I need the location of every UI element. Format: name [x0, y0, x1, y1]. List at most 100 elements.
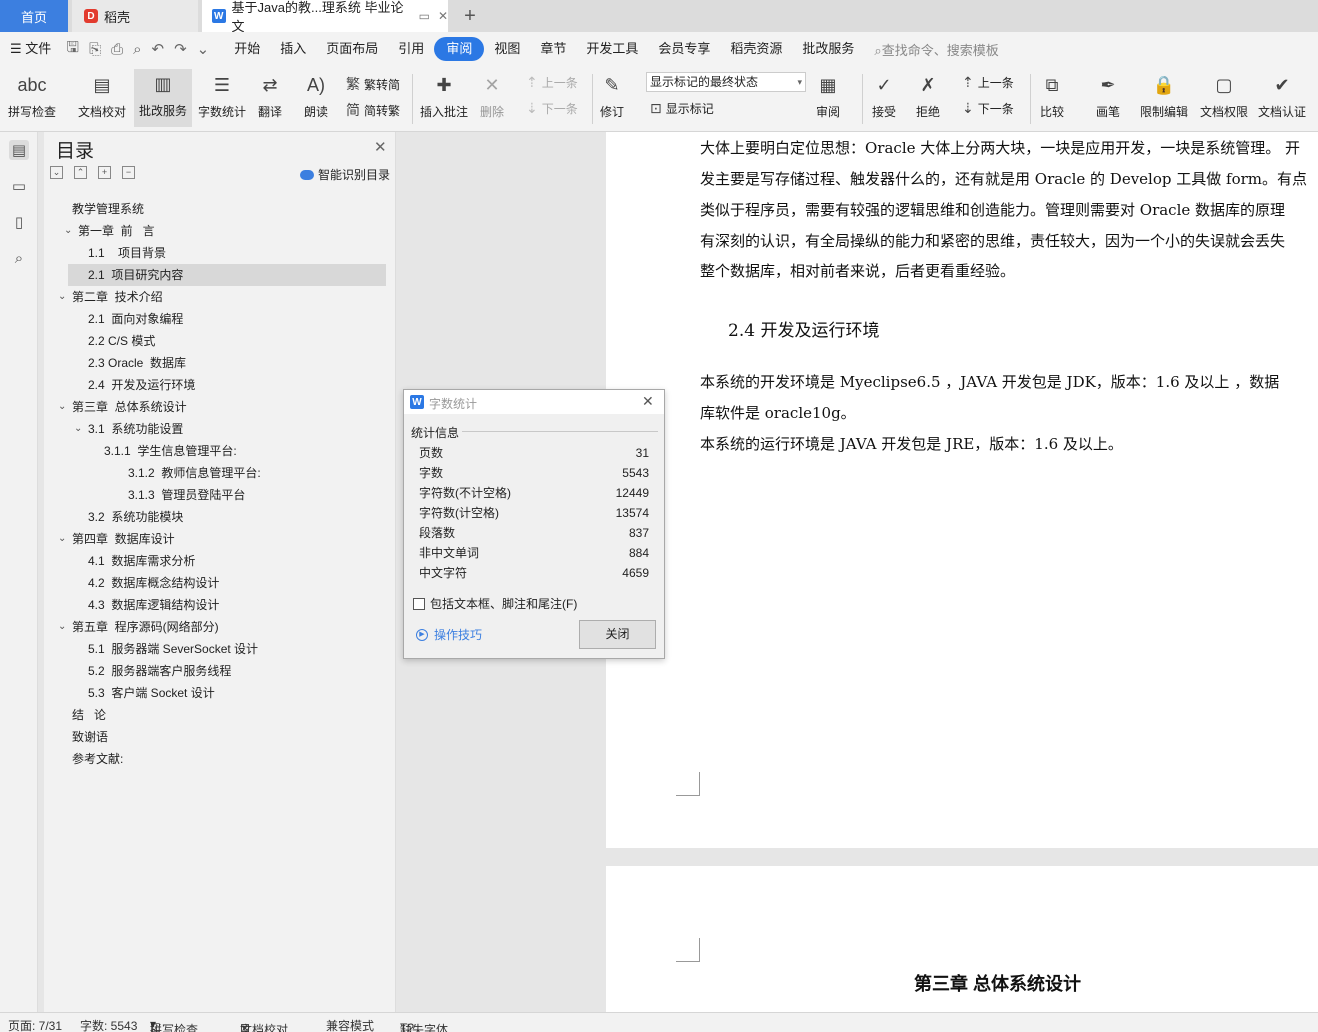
- toc-item[interactable]: 5.3 客户端 Socket 设计: [88, 682, 215, 704]
- tab-daoke[interactable]: D 稻壳: [72, 0, 198, 32]
- translate-button[interactable]: ⇄ 翻译: [256, 70, 284, 120]
- toc-item[interactable]: 2.1 面向对象编程: [88, 308, 183, 330]
- menu-view[interactable]: 视图: [484, 37, 530, 61]
- expand-up-icon[interactable]: ⌃: [74, 166, 87, 179]
- chevron-down-icon[interactable]: ⌄: [58, 616, 66, 638]
- accept-button[interactable]: ✓ 接受: [870, 70, 898, 120]
- command-search[interactable]: ⌕查找命令、搜索模板: [874, 40, 998, 59]
- menu-insert[interactable]: 插入: [270, 37, 316, 61]
- reject-button[interactable]: ✗ 拒绝: [914, 70, 942, 120]
- menu-dev-tools[interactable]: 开发工具: [576, 37, 648, 61]
- toc-item[interactable]: ⌄ 第五章 程序源码(网络部分): [58, 616, 219, 638]
- toc-item[interactable]: 2.4 开发及运行环境: [88, 374, 195, 396]
- toc-item[interactable]: ⌄ 第三章 总体系统设计: [58, 396, 187, 418]
- toc-item[interactable]: 致谢语: [72, 726, 108, 748]
- toc-item[interactable]: ⌄ 第二章 技术介绍: [58, 286, 163, 308]
- revise-button[interactable]: ✎ 修订: [598, 70, 626, 120]
- toc-item[interactable]: ⌄ 第一章 前 言: [64, 220, 155, 242]
- toc-item[interactable]: 教学管理系统: [72, 198, 144, 220]
- word-count-indicator[interactable]: 字数: 5543: [80, 1017, 137, 1032]
- toc-item[interactable]: 5.1 服务器端 SeverSocket 设计: [88, 638, 258, 660]
- close-button[interactable]: 关闭: [579, 620, 656, 649]
- next-revision-button[interactable]: ⇣ 下一条: [962, 100, 1014, 117]
- insert-comment-button[interactable]: ✚ 插入批注: [420, 70, 468, 120]
- doc-cert-button[interactable]: ✔ 文档认证: [1258, 70, 1306, 120]
- tips-link[interactable]: ▶ 操作技巧: [416, 626, 482, 643]
- new-tab-button[interactable]: +: [456, 0, 484, 32]
- toc-item[interactable]: 4.3 数据库逻辑结构设计: [88, 594, 219, 616]
- toc-item[interactable]: 4.2 数据库概念结构设计: [88, 572, 219, 594]
- search-icon[interactable]: ⌕: [9, 248, 29, 268]
- toc-item[interactable]: 2.1 项目研究内容: [68, 264, 386, 286]
- close-icon[interactable]: ✕: [642, 393, 654, 410]
- redo-icon[interactable]: ↷: [169, 40, 192, 58]
- undo-icon[interactable]: ↶: [147, 40, 170, 58]
- bookmark-icon[interactable]: ▯: [9, 212, 29, 232]
- chapter-nav-icon[interactable]: ▭: [9, 176, 29, 196]
- delete-comment-button[interactable]: ✕ 删除: [478, 70, 506, 120]
- quick-access-dropdown-icon[interactable]: ⌄: [192, 40, 215, 58]
- checkbox-box[interactable]: [413, 597, 425, 610]
- print-preview-icon[interactable]: ⌕: [128, 41, 146, 58]
- toc-item[interactable]: 4.1 数据库需求分析: [88, 550, 195, 572]
- menu-daoke-resources[interactable]: 稻壳资源: [720, 37, 792, 61]
- chevron-down-icon[interactable]: ⌄: [74, 418, 82, 440]
- prev-comment-button[interactable]: ⇡ 上一条: [526, 74, 578, 91]
- toc-item[interactable]: 5.2 服务器端客户服务线程: [88, 660, 231, 682]
- toc-item[interactable]: 3.1.1 学生信息管理平台:: [104, 440, 237, 462]
- remove-level-icon[interactable]: −: [122, 166, 135, 179]
- dialog-titlebar[interactable]: W 字数统计 ✕: [404, 390, 664, 414]
- toc-item[interactable]: ⌄ 第四章 数据库设计: [58, 528, 175, 550]
- menu-start[interactable]: 开始: [224, 37, 270, 61]
- add-level-icon[interactable]: +: [98, 166, 111, 179]
- close-icon[interactable]: ✕: [374, 138, 387, 156]
- status-spell-check[interactable]: ☑ 拼写检查 ▾: [150, 1017, 198, 1032]
- tab-restore-icon[interactable]: ▭: [419, 9, 430, 23]
- show-markup-button[interactable]: ⊡ 显示标记: [650, 100, 714, 117]
- print-icon[interactable]: ⎙: [106, 41, 128, 58]
- markup-state-select[interactable]: 显示标记的最终状态 ▾: [646, 72, 806, 92]
- collapse-all-icon[interactable]: ⌄: [50, 166, 63, 179]
- tab-close-icon[interactable]: ✕: [438, 9, 448, 23]
- toc-item[interactable]: 3.2 系统功能模块: [88, 506, 183, 528]
- tab-home[interactable]: 首页: [0, 0, 68, 32]
- menu-file[interactable]: ☰ 文件: [0, 37, 61, 61]
- spell-check-button[interactable]: abc 拼写检查: [8, 70, 56, 120]
- read-aloud-button[interactable]: A) 朗读: [302, 70, 330, 120]
- tab-document[interactable]: W 基于Java的教...理系统 毕业论文 ▭ ✕: [202, 0, 448, 34]
- chevron-down-icon[interactable]: ⌄: [58, 286, 66, 308]
- prev-revision-button[interactable]: ⇡ 上一条: [962, 74, 1014, 91]
- pen-button[interactable]: ✒ 画笔: [1094, 70, 1122, 120]
- page-indicator[interactable]: 页面: 7/31: [8, 1017, 62, 1032]
- compare-button[interactable]: ⧉ 比较: [1038, 70, 1066, 120]
- toc-item[interactable]: 3.1.3 管理员登陆平台: [128, 484, 245, 506]
- save-icon[interactable]: 🖫: [61, 37, 84, 62]
- doc-permission-button[interactable]: ▢ 文档权限: [1200, 70, 1248, 120]
- word-count-button[interactable]: ☰ 字数统计: [198, 70, 246, 120]
- toc-panel-icon[interactable]: ▤: [9, 140, 29, 160]
- doc-check-button[interactable]: ▤ 文档校对: [78, 70, 126, 120]
- toc-item[interactable]: ⌄ 3.1 系统功能设置: [74, 418, 183, 440]
- toc-item[interactable]: 参考文献:: [72, 748, 123, 770]
- menu-correct-service[interactable]: 批改服务: [792, 37, 864, 61]
- export-pdf-icon[interactable]: ⎘: [84, 41, 106, 58]
- toc-item[interactable]: 3.1.2 教师信息管理平台:: [128, 462, 261, 484]
- toc-item[interactable]: 2.3 Oracle 数据库: [88, 352, 186, 374]
- menu-page-layout[interactable]: 页面布局: [316, 37, 388, 61]
- review-pane-button[interactable]: ▦ 审阅: [814, 70, 842, 120]
- to-traditional-button[interactable]: 繁繁转简: [346, 74, 400, 94]
- to-simplified-button[interactable]: 简简转繁: [346, 100, 400, 120]
- smart-toc-button[interactable]: 智能识别目录: [300, 166, 390, 183]
- chevron-down-icon[interactable]: ⌄: [58, 396, 66, 418]
- correct-service-button[interactable]: ▥ 批改服务: [134, 69, 192, 127]
- chevron-down-icon[interactable]: ⌄: [64, 220, 72, 242]
- next-comment-button[interactable]: ⇣ 下一条: [526, 100, 578, 117]
- toc-item[interactable]: 2.2 C/S 模式: [88, 330, 155, 352]
- menu-review[interactable]: 审阅: [434, 37, 485, 61]
- restrict-edit-button[interactable]: 🔒 限制编辑: [1140, 70, 1188, 120]
- toc-item[interactable]: 1.1 项目背景: [88, 242, 166, 264]
- menu-chapter[interactable]: 章节: [530, 37, 576, 61]
- menu-member[interactable]: 会员专享: [648, 37, 720, 61]
- include-textbox-checkbox[interactable]: 包括文本框、脚注和尾注(F): [413, 595, 577, 612]
- menu-reference[interactable]: 引用: [388, 37, 434, 61]
